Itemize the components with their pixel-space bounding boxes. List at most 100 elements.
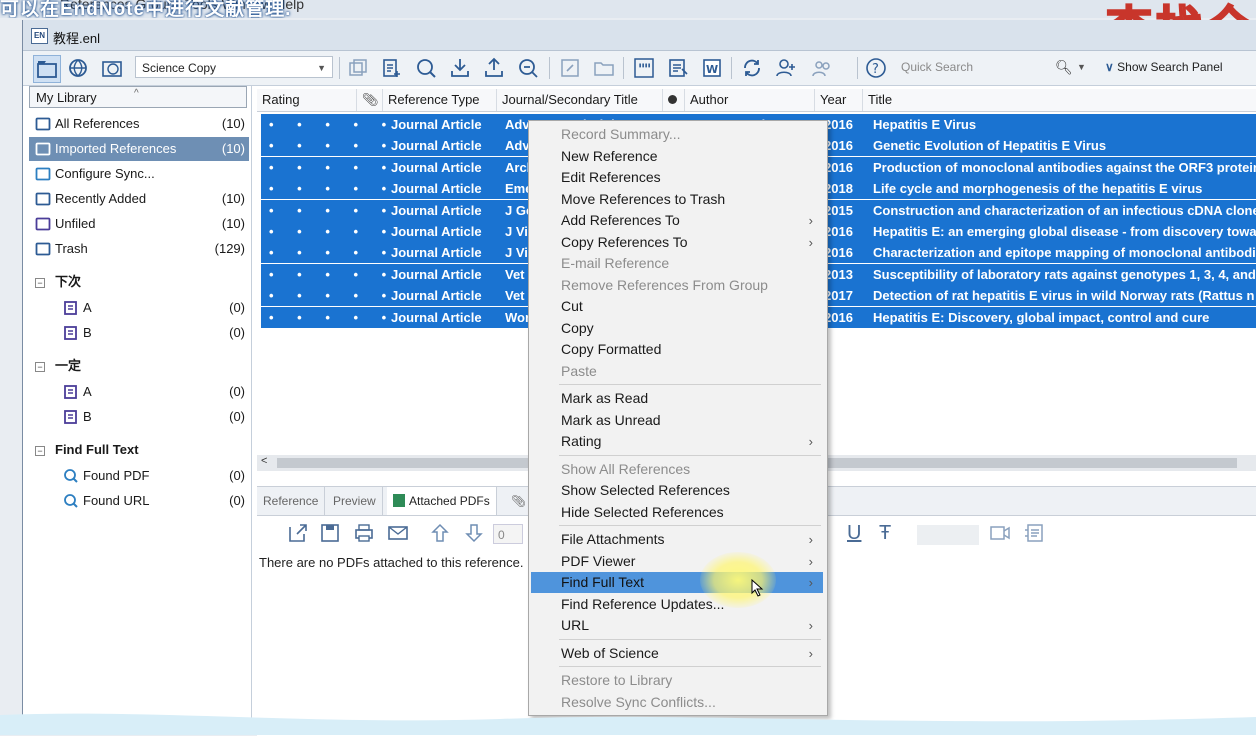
no-pdf-message: There are no PDFs attached to this refer… [259, 555, 524, 570]
menu-item-mark-as-read[interactable]: Mark as Read [531, 388, 823, 409]
menu-item-move-references-to-trash[interactable]: Move References to Trash [531, 189, 823, 210]
library-item[interactable]: Imported References (10) [29, 137, 249, 161]
group-item[interactable]: B (0) [29, 321, 249, 345]
chevron-down-icon[interactable]: ▼ [1077, 56, 1086, 78]
group-item[interactable]: A (0) [29, 296, 249, 320]
cell-type: Journal Article [391, 202, 482, 218]
quick-search-input[interactable]: Quick Search 🔍︎ ▼ [901, 56, 1091, 78]
email-icon[interactable] [387, 522, 409, 544]
online-search-mode-icon[interactable] [65, 55, 91, 81]
notes-icon[interactable] [1023, 522, 1045, 544]
menu-item-new-reference[interactable]: New Reference [531, 146, 823, 167]
menu-item-pdf-viewer[interactable]: PDF Viewer › [531, 551, 823, 572]
next-page-icon[interactable] [463, 522, 485, 544]
menu-item-label: Rating [561, 433, 602, 449]
library-item[interactable]: Unfiled (10) [29, 212, 249, 236]
group-item[interactable]: B (0) [29, 405, 249, 429]
group-sharing-icon[interactable] [809, 55, 835, 81]
word-icon[interactable]: W [699, 55, 725, 81]
save-icon[interactable] [319, 522, 341, 544]
help-icon[interactable]: ? [863, 55, 889, 81]
group-set-header[interactable]: − 下次 [29, 270, 249, 294]
window-title: 教程.enl [53, 31, 100, 46]
group-set-header[interactable]: − Find Full Text [29, 438, 249, 462]
my-library-header[interactable]: My Library ^ [29, 86, 247, 108]
open-external-icon[interactable] [287, 522, 309, 544]
previous-page-icon[interactable] [429, 522, 451, 544]
online-search-icon[interactable] [413, 55, 439, 81]
underline-icon[interactable]: U [847, 522, 869, 544]
group-set-header[interactable]: − 一定 [29, 354, 249, 378]
menu-item-label: Mark as Read [561, 390, 649, 406]
toolbar-divider [857, 57, 858, 79]
menu-item-copy-formatted[interactable]: Copy Formatted [531, 339, 823, 360]
cell-type: Journal Article [391, 159, 482, 175]
integrated-library-mode-icon[interactable] [99, 55, 125, 81]
attachment-column-icon[interactable]: 📎︎ [357, 89, 383, 111]
cell-year: 2016 [824, 117, 853, 132]
show-search-panel-button[interactable]: ∨ Show Search Panel [1105, 56, 1223, 78]
sync-icon[interactable] [739, 55, 765, 81]
open-file-icon[interactable] [591, 55, 617, 81]
toolbar-divider [623, 57, 624, 79]
tab-reference[interactable]: Reference [257, 487, 326, 515]
menu-item-copy[interactable]: Copy [531, 318, 823, 339]
local-library-mode-icon[interactable] [33, 55, 61, 83]
column-title[interactable]: Title [863, 89, 1256, 111]
menu-item-url[interactable]: URL › [531, 615, 823, 636]
library-item[interactable]: All References (10) [29, 112, 249, 136]
menu-item-hide-selected-references[interactable]: Hide Selected References [531, 502, 823, 523]
export-icon[interactable] [481, 55, 507, 81]
menu-item-show-selected-references[interactable]: Show Selected References [531, 480, 823, 501]
toolbar-divider [549, 57, 550, 79]
import-icon[interactable] [447, 55, 473, 81]
collapse-icon[interactable]: − [35, 446, 45, 456]
menu-item-mark-as-unread[interactable]: Mark as Unread [531, 410, 823, 431]
group-item[interactable]: Found PDF (0) [29, 464, 249, 488]
menu-item-find-full-text[interactable]: Find Full Text › [531, 572, 823, 593]
copy-to-library-icon[interactable] [345, 55, 371, 81]
column-journal[interactable]: Journal/Secondary Title [497, 89, 663, 111]
print-icon[interactable] [353, 522, 375, 544]
read-status-column-icon[interactable] [663, 89, 685, 111]
group-item[interactable]: A (0) [29, 380, 249, 404]
insert-citation-icon[interactable]: " " [631, 55, 657, 81]
cell-rating: • • • • • [269, 309, 397, 325]
menu-item-copy-references-to[interactable]: Copy References To › [531, 232, 823, 253]
menu-item-web-of-science[interactable]: Web of Science › [531, 643, 823, 664]
search-icon[interactable]: 🔍︎ [1055, 56, 1073, 78]
menu-item-cut[interactable]: Cut [531, 296, 823, 317]
video-note-icon[interactable] [989, 522, 1011, 544]
output-style-select[interactable]: Science Copy ▼ [135, 56, 333, 78]
page-number-input[interactable]: 0 [493, 524, 523, 544]
menu-item-edit-references[interactable]: Edit References [531, 167, 823, 188]
open-link-icon[interactable] [557, 55, 583, 81]
menu-item-add-references-to[interactable]: Add References To › [531, 210, 823, 231]
tab-preview[interactable]: Preview [327, 487, 383, 515]
collapse-icon[interactable]: − [35, 278, 45, 288]
menu-item-show-all-references: Show All References [531, 459, 823, 480]
collapse-icon[interactable]: − [35, 362, 45, 372]
format-bibliography-icon[interactable] [665, 55, 691, 81]
column-reference-type[interactable]: Reference Type [383, 89, 497, 111]
column-author[interactable]: Author [685, 89, 815, 111]
strikethrough-icon[interactable]: Ŧ [879, 522, 901, 544]
menu-item-label: E-mail Reference [561, 255, 670, 271]
menu-item-rating[interactable]: Rating › [531, 431, 823, 452]
menu-item-file-attachments[interactable]: File Attachments › [531, 529, 823, 550]
color-swatch[interactable] [917, 525, 979, 545]
menu-item-find-reference-updates[interactable]: Find Reference Updates... [531, 594, 823, 615]
column-rating[interactable]: Rating [257, 89, 357, 111]
library-item[interactable]: Configure Sync... [29, 162, 249, 186]
tab-attached-pdfs[interactable]: Attached PDFs [387, 487, 497, 515]
scroll-left-icon[interactable]: < [261, 455, 267, 467]
find-full-text-icon[interactable] [515, 55, 541, 81]
share-library-icon[interactable] [773, 55, 799, 81]
column-year[interactable]: Year [815, 89, 863, 111]
new-reference-icon[interactable] [379, 55, 405, 81]
library-item[interactable]: Recently Added (10) [29, 187, 249, 211]
cell-rating: • • • • • [269, 245, 397, 261]
library-item[interactable]: Trash (129) [29, 237, 249, 261]
group-item[interactable]: Found URL (0) [29, 489, 249, 513]
group-item-count: (0) [229, 325, 245, 340]
